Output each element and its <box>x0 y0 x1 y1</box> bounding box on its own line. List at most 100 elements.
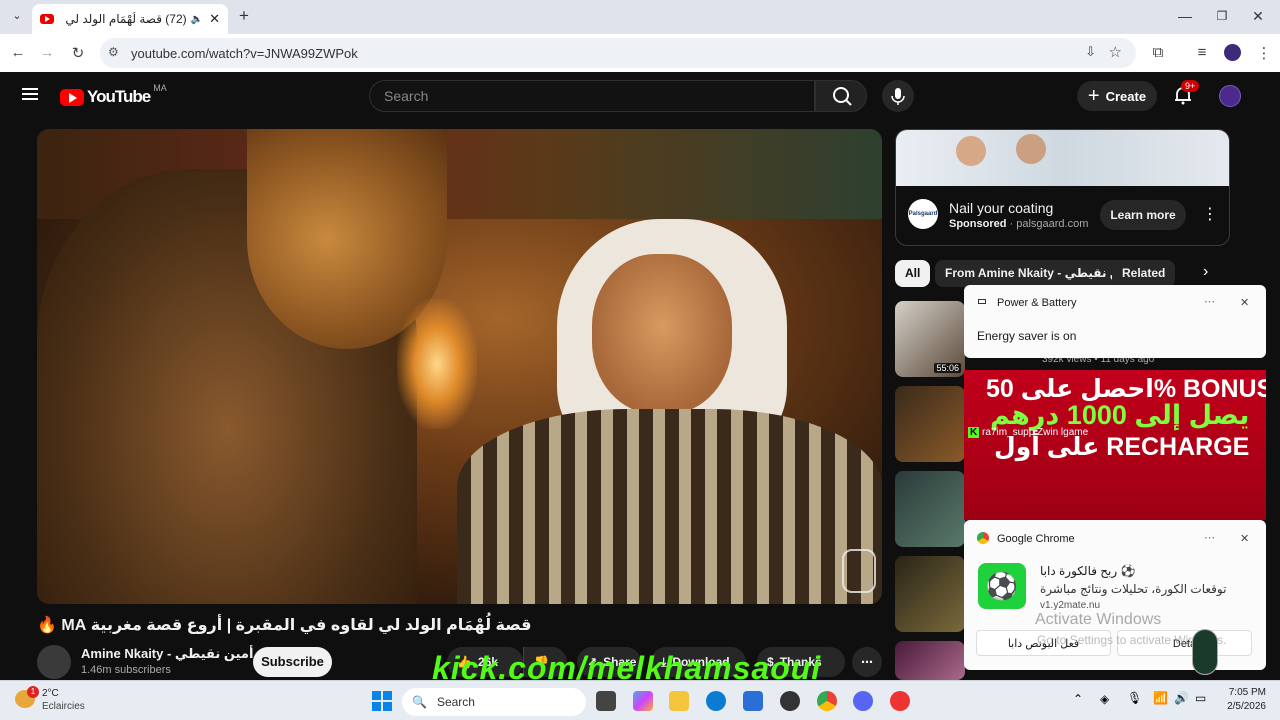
striped-robe <box>457 409 882 604</box>
wifi-icon[interactable]: 📶 <box>1153 691 1168 705</box>
create-button[interactable]: + Create <box>1077 81 1157 111</box>
bookmark-star-icon[interactable]: ☆ <box>1109 43 1122 61</box>
store-icon[interactable] <box>743 691 763 711</box>
create-label: Create <box>1105 88 1147 104</box>
app-icon[interactable] <box>890 691 910 711</box>
chrome-icon <box>977 532 989 544</box>
notification-more-icon[interactable]: ⋯ <box>1204 295 1215 308</box>
subscribe-button[interactable]: Subscribe <box>253 647 332 677</box>
video-player[interactable] <box>37 129 882 604</box>
url-text: youtube.com/watch?v=JNWA99ZWPok <box>131 45 358 61</box>
related-video-thumbnail[interactable] <box>895 556 965 632</box>
notification-more-icon[interactable]: ⋯ <box>1204 531 1215 544</box>
notification-close-icon[interactable]: ✕ <box>1240 296 1249 309</box>
related-video-thumbnail[interactable]: 55:06 <box>895 301 965 377</box>
copilot-icon[interactable] <box>633 691 653 711</box>
kick-logo-icon: K <box>968 427 980 438</box>
clock-time[interactable]: 7:05 PM <box>1222 687 1266 698</box>
weather-badge: 1 <box>27 686 39 698</box>
chrome-taskbar-icon[interactable] <box>817 691 837 711</box>
power-message: Energy saver is on <box>977 329 1077 343</box>
tab-title: (72) قصة لُهْمَام الولد لي لقاو <box>62 12 187 26</box>
battery-icon <box>978 299 986 304</box>
windows-logo-icon <box>372 691 381 700</box>
taskbar-search-label: Search <box>436 695 475 709</box>
install-app-icon[interactable]: ⇩ <box>1085 44 1096 60</box>
microphone-icon <box>891 88 905 105</box>
video-title: قصة لُهْمَام الولد لي لقاوه في المقبرة |… <box>37 617 532 634</box>
forward-icon[interactable]: → <box>37 44 57 61</box>
chip-all[interactable]: All <box>895 260 931 287</box>
file-explorer-icon[interactable] <box>669 691 689 711</box>
ad-person <box>1016 134 1046 164</box>
tab-list-icon[interactable]: ⌄ <box>7 9 27 22</box>
reload-icon[interactable]: ↻ <box>68 44 88 62</box>
channel-avatar[interactable] <box>37 645 71 679</box>
search-button[interactable] <box>815 80 867 112</box>
oil-lamp-glow <box>397 299 477 429</box>
related-video-thumbnail[interactable] <box>895 471 965 547</box>
maximize-icon[interactable]: ❐ <box>1212 9 1232 23</box>
battery-tray-icon[interactable]: ▭ <box>1195 691 1206 705</box>
youtube-logo-text: YouTube <box>87 87 151 106</box>
chrome-notification-source: v1.y2mate.nu <box>1040 600 1101 611</box>
more-actions-button[interactable]: ⋯ <box>852 647 882 677</box>
show-hidden-icons-icon[interactable]: ⌃ <box>1073 692 1083 706</box>
search-input[interactable]: Search <box>369 80 815 112</box>
close-window-icon[interactable]: ✕ <box>1248 8 1268 25</box>
start-button[interactable] <box>372 691 392 711</box>
country-code: MA <box>153 83 167 93</box>
profile-avatar[interactable] <box>1224 44 1241 61</box>
media-controls-icon[interactable]: ≡ <box>1192 44 1212 61</box>
new-tab-icon[interactable]: + <box>234 6 254 26</box>
related-video-thumbnail[interactable] <box>895 386 965 462</box>
app-icon[interactable] <box>780 691 800 711</box>
soccer-ball-icon: ⚽ <box>978 563 1026 609</box>
site-info-icon[interactable]: ⚙ <box>108 45 119 59</box>
notification-close-icon[interactable]: ✕ <box>1240 532 1249 545</box>
chips-next-icon[interactable]: › <box>1203 263 1208 281</box>
old-woman-face <box>592 254 732 414</box>
learn-more-button[interactable]: Learn more <box>1100 200 1186 230</box>
clock-date[interactable]: 2/5/2026 <box>1218 701 1266 712</box>
sponsored-ad-card[interactable]: Palsgaard Nail your coating Sponsored · … <box>895 129 1230 246</box>
channel-name-text: Amine Nkaity - أمين نقيطي <box>81 646 254 661</box>
address-bar[interactable]: ⚙ youtube.com/watch?v=JNWA99ZWPok ⇩ ☆ <box>100 38 1136 68</box>
related-video-thumbnail[interactable] <box>895 641 965 680</box>
youtube-favicon-icon <box>40 14 54 24</box>
youtube-logo[interactable]: YouTube MA <box>60 83 167 107</box>
chrome-notification-body: توقعات الكورة، تحليلات ونتائج مباشرة <box>1040 582 1227 596</box>
close-tab-icon[interactable]: ✕ <box>209 11 220 27</box>
notifications-button[interactable]: 9+ <box>1172 80 1200 106</box>
ad-person <box>956 136 986 166</box>
ad-menu-icon[interactable]: ⋮ <box>1202 204 1218 224</box>
minimize-icon[interactable]: — <box>1175 8 1195 24</box>
speaker-icon[interactable]: 🔈 <box>191 14 203 25</box>
youtube-play-icon <box>60 88 84 106</box>
account-avatar[interactable] <box>1219 85 1241 107</box>
streamer-logo-icon <box>1192 629 1218 675</box>
back-icon[interactable]: ← <box>8 44 28 61</box>
subscriber-count: 1.46m subscribers <box>81 664 171 676</box>
microphone-tray-icon[interactable]: 🎙 <box>1127 691 1142 705</box>
task-view-icon[interactable] <box>596 691 616 711</box>
edge-icon[interactable] <box>706 691 726 711</box>
network-icon[interactable]: ◈ <box>1100 692 1109 706</box>
chrome-notification[interactable]: Google Chrome ⋯ ✕ ⚽ ربح فالكورة دابا ⚽ ت… <box>964 520 1266 670</box>
youtube-header: YouTube MA Search + Create 9+ <box>0 72 1268 120</box>
voice-search-button[interactable] <box>882 80 914 112</box>
search-icon: 🔍 <box>412 695 427 709</box>
discord-icon[interactable] <box>853 691 873 711</box>
browser-tab[interactable]: (72) قصة لُهْمَام الولد لي لقاو 🔈 ✕ <box>32 4 228 34</box>
hamburger-menu-icon[interactable] <box>22 88 38 90</box>
streamer-names: ra7im_supp Zwin lgame <box>982 427 1089 438</box>
power-notification[interactable]: Power & Battery ⋯ ✕ Energy saver is on <box>964 285 1266 358</box>
taskbar-search[interactable]: 🔍 Search <box>402 688 586 716</box>
channel-name[interactable]: Amine Nkaity - أمين نقيطي ✔ <box>81 646 265 662</box>
chrome-menu-icon[interactable]: ⋮ <box>1254 44 1274 62</box>
extensions-icon[interactable]: ⧉ <box>1148 44 1168 61</box>
banner-streamer: K ra7im_supp Zwin lgame <box>968 427 1088 438</box>
notification-count-badge: 9+ <box>1181 80 1200 92</box>
chip-related[interactable]: Related <box>1112 260 1176 287</box>
volume-icon[interactable]: 🔊 <box>1174 691 1189 705</box>
